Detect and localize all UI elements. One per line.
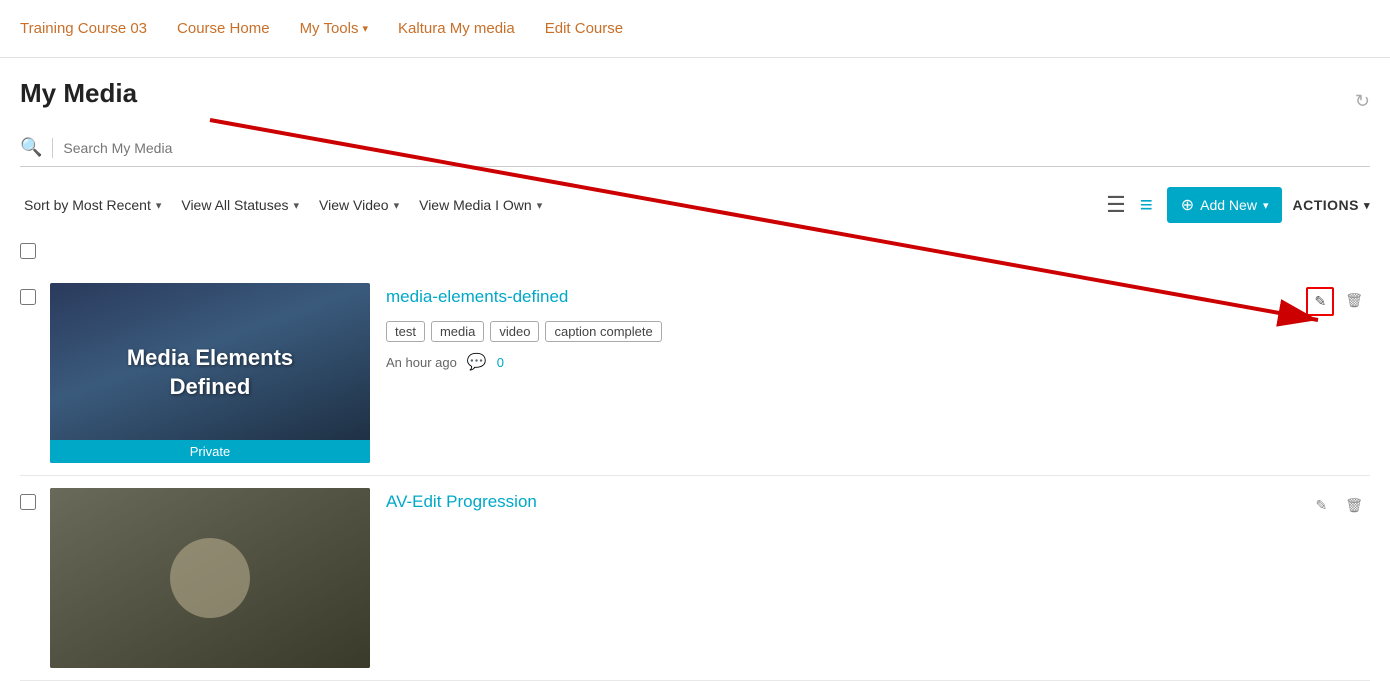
item-1-thumbnail-badge: Private <box>50 440 370 463</box>
search-divider <box>52 138 53 158</box>
owner-dropdown[interactable]: View Media I Own ▾ <box>415 191 546 219</box>
item-1-edit-button[interactable]: ✎ <box>1306 287 1334 316</box>
view-icons: ☰ ≡ <box>1102 190 1157 220</box>
owner-label: View Media I Own <box>419 197 532 213</box>
item-1-thumbnail[interactable]: Media ElementsDefined Private <box>50 283 370 463</box>
page-header: My Media ↻ <box>20 78 1370 125</box>
item-1-time: An hour ago <box>386 355 457 370</box>
select-all-checkbox[interactable] <box>20 243 36 259</box>
sort-caret-icon: ▾ <box>156 199 162 212</box>
tag-media[interactable]: media <box>431 321 484 342</box>
toolbar-right: ☰ ≡ ⊕ Add New ▾ ACTIONS ▾ <box>1102 187 1370 223</box>
type-dropdown[interactable]: View Video ▾ <box>315 191 403 219</box>
type-label: View Video <box>319 197 389 213</box>
item-1-thumbnail-text: Media ElementsDefined <box>107 344 313 401</box>
item-1-title[interactable]: media-elements-defined <box>386 287 1290 307</box>
item-1-actions: ✎ 🗑 <box>1306 283 1370 316</box>
status-dropdown[interactable]: View All Statuses ▾ <box>177 191 303 219</box>
item-2-checkbox[interactable] <box>20 494 36 510</box>
tag-video[interactable]: video <box>490 321 539 342</box>
item-2-title[interactable]: AV-Edit Progression <box>386 492 1292 512</box>
add-new-label: Add New <box>1200 197 1257 213</box>
item-1-delete-button[interactable]: 🗑 <box>1338 287 1370 314</box>
item-1-check-cell <box>20 283 50 310</box>
item-1-meta: An hour ago 💬 0 <box>386 352 1290 372</box>
item-2-delete-button[interactable]: 🗑 <box>1338 492 1370 519</box>
nav-edit-course[interactable]: Edit Course <box>545 20 623 37</box>
owner-caret-icon: ▾ <box>537 199 543 212</box>
list-view-button[interactable]: ≡ <box>1136 190 1157 220</box>
select-all-row <box>20 239 1370 263</box>
tag-caption-complete[interactable]: caption complete <box>545 321 661 342</box>
nav-my-tools-label[interactable]: My Tools <box>300 20 359 37</box>
type-caret-icon: ▾ <box>394 199 400 212</box>
actions-button[interactable]: ACTIONS ▾ <box>1292 197 1370 213</box>
item-2-check-cell <box>20 488 50 515</box>
add-new-button[interactable]: ⊕ Add New ▾ <box>1167 187 1283 223</box>
toolbar-left: Sort by Most Recent ▾ View All Statuses … <box>20 191 1090 219</box>
my-tools-chevron-icon: ▾ <box>362 22 368 35</box>
refresh-button[interactable]: ↻ <box>1355 91 1370 112</box>
nav-course-home[interactable]: Course Home <box>177 20 270 37</box>
status-caret-icon: ▾ <box>294 199 300 212</box>
tag-test[interactable]: test <box>386 321 425 342</box>
add-new-plus-icon: ⊕ <box>1181 195 1194 215</box>
nav-kaltura-my-media[interactable]: Kaltura My media <box>398 20 515 37</box>
nav-training-course[interactable]: Training Course 03 <box>20 20 147 37</box>
item-2-edit-button[interactable]: ✎ <box>1308 492 1334 519</box>
actions-label: ACTIONS <box>1292 197 1359 213</box>
item-2-info: AV-Edit Progression <box>370 488 1308 530</box>
toolbar: Sort by Most Recent ▾ View All Statuses … <box>20 187 1370 223</box>
top-navigation: Training Course 03 Course Home My Tools … <box>0 0 1390 58</box>
item-1-comment-icon: 💬 <box>467 352 487 372</box>
status-label: View All Statuses <box>181 197 288 213</box>
grid-view-button[interactable]: ☰ <box>1102 190 1130 220</box>
sort-dropdown[interactable]: Sort by Most Recent ▾ <box>20 191 165 219</box>
nav-my-tools[interactable]: My Tools ▾ <box>300 20 368 37</box>
search-icon: 🔍 <box>20 137 42 158</box>
item-2-actions: ✎ 🗑 <box>1308 488 1370 519</box>
media-item-1: Media ElementsDefined Private media-elem… <box>20 271 1370 476</box>
page-title: My Media <box>20 78 137 109</box>
actions-caret-icon: ▾ <box>1364 199 1370 212</box>
item-2-thumbnail[interactable] <box>50 488 370 668</box>
media-list: Media ElementsDefined Private media-elem… <box>20 271 1370 681</box>
search-bar: 🔍 <box>20 137 1370 167</box>
item-1-tags: test media video caption complete <box>386 321 1290 342</box>
item-1-comment-count: 0 <box>497 355 504 370</box>
item-1-info: media-elements-defined test media video … <box>370 283 1306 376</box>
search-input[interactable] <box>63 140 1370 156</box>
media-item-2: AV-Edit Progression ✎ 🗑 <box>20 476 1370 681</box>
page-content: My Media ↻ 🔍 Sort by Most Recent ▾ View … <box>0 58 1390 681</box>
add-new-caret-icon: ▾ <box>1263 199 1269 212</box>
item-1-checkbox[interactable] <box>20 289 36 305</box>
sort-label: Sort by Most Recent <box>24 197 151 213</box>
